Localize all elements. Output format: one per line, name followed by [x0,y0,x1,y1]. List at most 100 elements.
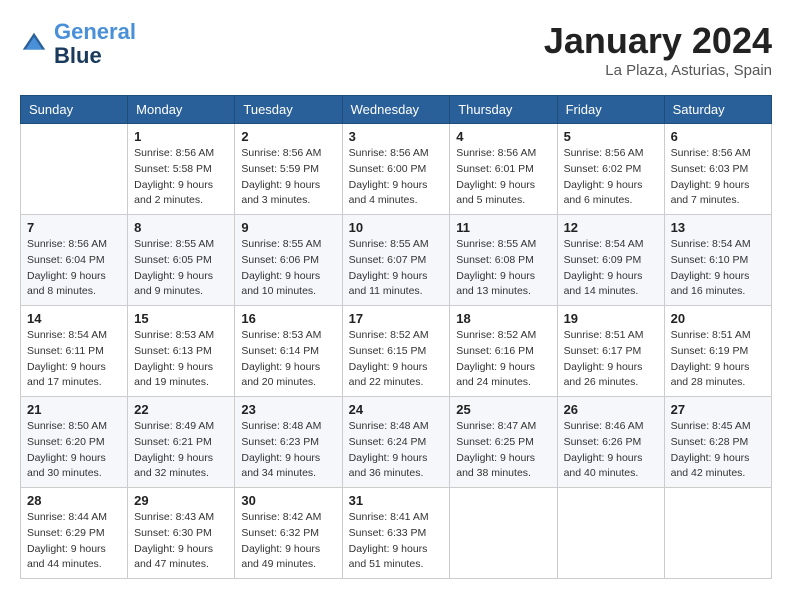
day-info: Sunrise: 8:41 AMSunset: 6:33 PMDaylight:… [349,510,444,573]
day-info: Sunrise: 8:56 AMSunset: 5:58 PMDaylight:… [134,146,228,209]
day-info: Sunrise: 8:55 AMSunset: 6:06 PMDaylight:… [241,237,335,300]
day-info: Sunrise: 8:56 AMSunset: 6:03 PMDaylight:… [671,146,765,209]
day-info: Sunrise: 8:51 AMSunset: 6:19 PMDaylight:… [671,328,765,391]
day-info: Sunrise: 8:51 AMSunset: 6:17 PMDaylight:… [564,328,658,391]
calendar-cell: 3 Sunrise: 8:56 AMSunset: 6:00 PMDaylight… [342,124,450,215]
calendar-cell: 19 Sunrise: 8:51 AMSunset: 6:17 PMDayligh… [557,306,664,397]
logo: General Blue [20,20,136,68]
col-header-saturday: Saturday [664,96,771,124]
day-number: 9 [241,220,335,235]
day-number: 3 [349,129,444,144]
day-number: 4 [456,129,550,144]
day-info: Sunrise: 8:50 AMSunset: 6:20 PMDaylight:… [27,419,121,482]
day-info: Sunrise: 8:55 AMSunset: 6:08 PMDaylight:… [456,237,550,300]
day-info: Sunrise: 8:42 AMSunset: 6:32 PMDaylight:… [241,510,335,573]
day-info: Sunrise: 8:47 AMSunset: 6:25 PMDaylight:… [456,419,550,482]
calendar-cell: 16 Sunrise: 8:53 AMSunset: 6:14 PMDayligh… [235,306,342,397]
calendar-cell: 17 Sunrise: 8:52 AMSunset: 6:15 PMDayligh… [342,306,450,397]
day-number: 25 [456,402,550,417]
day-number: 30 [241,493,335,508]
calendar-cell: 5Sunrise: 8:56 AMSunset: 6:02 PMDaylight… [557,124,664,215]
day-number: 1 [134,129,228,144]
calendar-cell: 14 Sunrise: 8:54 AMSunset: 6:11 PMDayligh… [21,306,128,397]
calendar-cell: 23 Sunrise: 8:48 AMSunset: 6:23 PMDayligh… [235,397,342,488]
day-number: 17 [349,311,444,326]
day-number: 7 [27,220,121,235]
day-info: Sunrise: 8:54 AMSunset: 6:11 PMDaylight:… [27,328,121,391]
day-info: Sunrise: 8:44 AMSunset: 6:29 PMDaylight:… [27,510,121,573]
day-number: 12 [564,220,658,235]
calendar-week-row: 14 Sunrise: 8:54 AMSunset: 6:11 PMDayligh… [21,306,772,397]
calendar-cell: 12 Sunrise: 8:54 AMSunset: 6:09 PMDayligh… [557,215,664,306]
calendar-cell [21,124,128,215]
day-number: 21 [27,402,121,417]
col-header-monday: Monday [128,96,235,124]
day-number: 29 [134,493,228,508]
day-info: Sunrise: 8:54 AMSunset: 6:09 PMDaylight:… [564,237,658,300]
calendar-cell: 10 Sunrise: 8:55 AMSunset: 6:07 PMDayligh… [342,215,450,306]
logo-text: General Blue [54,20,136,68]
calendar-cell: 2 Sunrise: 8:56 AMSunset: 5:59 PMDaylight… [235,124,342,215]
calendar-week-row: 28 Sunrise: 8:44 AMSunset: 6:29 PMDayligh… [21,488,772,579]
day-number: 27 [671,402,765,417]
day-number: 19 [564,311,658,326]
day-number: 8 [134,220,228,235]
day-info: Sunrise: 8:55 AMSunset: 6:07 PMDaylight:… [349,237,444,300]
day-number: 31 [349,493,444,508]
calendar-header-row: SundayMondayTuesdayWednesdayThursdayFrid… [21,96,772,124]
day-number: 5 [564,129,658,144]
day-info: Sunrise: 8:49 AMSunset: 6:21 PMDaylight:… [134,419,228,482]
day-info: Sunrise: 8:56 AMSunset: 6:00 PMDaylight:… [349,146,444,209]
day-number: 18 [456,311,550,326]
day-number: 13 [671,220,765,235]
day-number: 28 [27,493,121,508]
day-number: 24 [349,402,444,417]
calendar-week-row: 7 Sunrise: 8:56 AMSunset: 6:04 PMDaylight… [21,215,772,306]
day-number: 14 [27,311,121,326]
day-number: 20 [671,311,765,326]
calendar-cell [450,488,557,579]
day-info: Sunrise: 8:48 AMSunset: 6:23 PMDaylight:… [241,419,335,482]
location: La Plaza, Asturias, Spain [544,62,772,79]
calendar-cell: 6 Sunrise: 8:56 AMSunset: 6:03 PMDaylight… [664,124,771,215]
calendar-cell: 25 Sunrise: 8:47 AMSunset: 6:25 PMDayligh… [450,397,557,488]
calendar-cell: 30 Sunrise: 8:42 AMSunset: 6:32 PMDayligh… [235,488,342,579]
day-info: Sunrise: 8:45 AMSunset: 6:28 PMDaylight:… [671,419,765,482]
day-info: Sunrise: 8:52 AMSunset: 6:16 PMDaylight:… [456,328,550,391]
calendar-cell: 21 Sunrise: 8:50 AMSunset: 6:20 PMDayligh… [21,397,128,488]
calendar-cell: 29 Sunrise: 8:43 AMSunset: 6:30 PMDayligh… [128,488,235,579]
calendar-cell: 27 Sunrise: 8:45 AMSunset: 6:28 PMDayligh… [664,397,771,488]
day-number: 16 [241,311,335,326]
day-number: 10 [349,220,444,235]
day-number: 23 [241,402,335,417]
day-number: 22 [134,402,228,417]
day-info: Sunrise: 8:52 AMSunset: 6:15 PMDaylight:… [349,328,444,391]
col-header-friday: Friday [557,96,664,124]
day-info: Sunrise: 8:53 AMSunset: 6:14 PMDaylight:… [241,328,335,391]
day-info: Sunrise: 8:55 AMSunset: 6:05 PMDaylight:… [134,237,228,300]
calendar-cell: 9 Sunrise: 8:55 AMSunset: 6:06 PMDaylight… [235,215,342,306]
day-info: Sunrise: 8:53 AMSunset: 6:13 PMDaylight:… [134,328,228,391]
calendar-cell: 22 Sunrise: 8:49 AMSunset: 6:21 PMDayligh… [128,397,235,488]
page-header: General Blue January 2024 La Plaza, Astu… [20,20,772,79]
day-info: Sunrise: 8:56 AMSunset: 6:01 PMDaylight:… [456,146,550,209]
month-title: January 2024 [544,20,772,62]
col-header-thursday: Thursday [450,96,557,124]
col-header-tuesday: Tuesday [235,96,342,124]
title-block: January 2024 La Plaza, Asturias, Spain [544,20,772,79]
logo-icon [20,30,48,58]
calendar-cell: 1 Sunrise: 8:56 AMSunset: 5:58 PMDaylight… [128,124,235,215]
day-info: Sunrise: 8:56 AMSunset: 5:59 PMDaylight:… [241,146,335,209]
calendar-week-row: 1 Sunrise: 8:56 AMSunset: 5:58 PMDaylight… [21,124,772,215]
col-header-wednesday: Wednesday [342,96,450,124]
day-info: Sunrise: 8:43 AMSunset: 6:30 PMDaylight:… [134,510,228,573]
day-number: 2 [241,129,335,144]
calendar-cell: 4 Sunrise: 8:56 AMSunset: 6:01 PMDaylight… [450,124,557,215]
day-info: Sunrise: 8:54 AMSunset: 6:10 PMDaylight:… [671,237,765,300]
calendar-cell: 7 Sunrise: 8:56 AMSunset: 6:04 PMDaylight… [21,215,128,306]
col-header-sunday: Sunday [21,96,128,124]
day-number: 6 [671,129,765,144]
calendar-cell [557,488,664,579]
day-info: Sunrise: 8:56 AMSunset: 6:04 PMDaylight:… [27,237,121,300]
calendar-table: SundayMondayTuesdayWednesdayThursdayFrid… [20,95,772,579]
